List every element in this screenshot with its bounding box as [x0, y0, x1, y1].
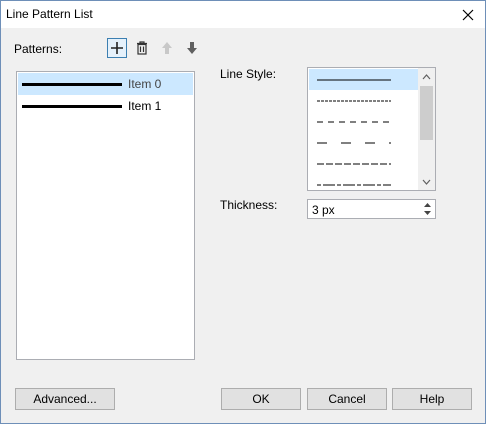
title-bar: Line Pattern List — [1, 1, 485, 28]
move-up-button[interactable] — [157, 38, 177, 58]
spinner-buttons — [420, 201, 434, 217]
line-style-scrollbar[interactable] — [418, 68, 435, 190]
line-style-option-solid[interactable] — [309, 69, 419, 90]
add-icon — [111, 42, 123, 54]
list-item-label: Item 0 — [128, 77, 162, 91]
line-pattern-list-dialog: Line Pattern List Patterns: Item 0 Item … — [0, 0, 486, 424]
line-style-list[interactable] — [307, 67, 436, 191]
list-item-label: Item 1 — [128, 99, 162, 113]
dashed-line-icon — [317, 121, 391, 123]
thickness-value[interactable]: 3 px — [312, 203, 335, 217]
move-down-button[interactable] — [182, 38, 202, 58]
scroll-down-button[interactable] — [418, 173, 435, 190]
list-item[interactable]: Item 0 — [18, 73, 193, 95]
line-preview — [22, 83, 122, 86]
move-up-icon — [162, 42, 172, 54]
short-dash-line-icon — [317, 163, 391, 165]
cancel-button[interactable]: Cancel — [307, 388, 387, 410]
solid-line-icon — [317, 79, 391, 81]
spin-down-icon — [423, 211, 431, 215]
advanced-button[interactable]: Advanced... — [15, 388, 115, 410]
line-style-option-short-dash[interactable] — [309, 153, 419, 174]
line-style-option-dash-dot[interactable] — [309, 174, 419, 190]
thickness-decrement-button[interactable] — [420, 209, 434, 217]
close-icon — [462, 9, 474, 20]
line-style-option-dotted[interactable] — [309, 90, 419, 111]
ok-button[interactable]: OK — [221, 388, 301, 410]
line-style-label: Line Style: — [220, 67, 277, 81]
dialog-title: Line Pattern List — [6, 7, 93, 21]
line-style-option-long-dash[interactable] — [309, 132, 419, 153]
spin-up-icon — [423, 203, 431, 207]
dash-dot-line-icon — [317, 184, 391, 186]
dotted-line-icon — [317, 100, 391, 102]
thickness-spinner[interactable]: 3 px — [307, 199, 436, 219]
close-button[interactable] — [451, 1, 485, 28]
patterns-label: Patterns: — [14, 42, 63, 56]
delete-pattern-button[interactable] — [132, 38, 152, 58]
move-down-icon — [187, 42, 197, 54]
patterns-list[interactable]: Item 0 Item 1 — [16, 71, 195, 360]
thickness-increment-button[interactable] — [420, 201, 434, 209]
scroll-thumb[interactable] — [420, 86, 433, 140]
line-style-option-dashed[interactable] — [309, 111, 419, 132]
chevron-down-icon — [422, 179, 431, 185]
chevron-up-icon — [422, 73, 431, 79]
line-preview — [22, 105, 122, 108]
scroll-up-button[interactable] — [418, 68, 435, 85]
delete-icon — [137, 41, 147, 55]
list-item[interactable]: Item 1 — [18, 95, 193, 117]
help-button[interactable]: Help — [392, 388, 472, 410]
long-dash-line-icon — [317, 142, 391, 144]
add-pattern-button[interactable] — [107, 38, 127, 58]
thickness-label: Thickness: — [220, 198, 278, 212]
